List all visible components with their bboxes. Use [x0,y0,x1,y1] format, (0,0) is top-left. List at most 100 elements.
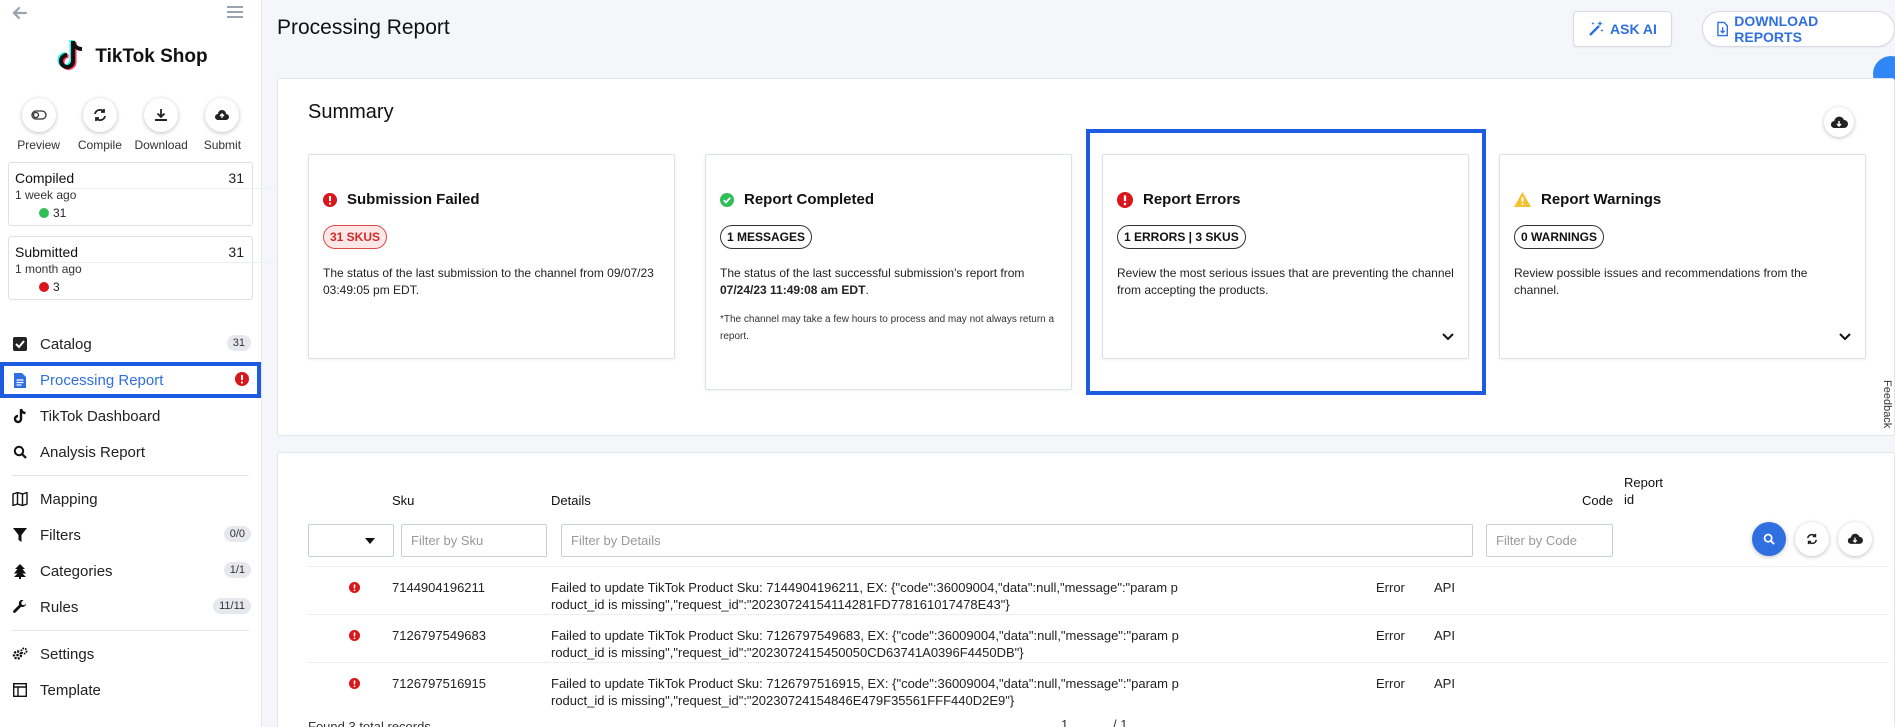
chevron-down-icon[interactable] [1442,329,1454,344]
back-arrow-icon[interactable] [12,4,28,27]
sidebar-item-label: Filters [40,526,81,544]
magic-wand-icon [1589,21,1604,36]
desc-text: The status of the last successful submis… [720,266,1025,280]
sidebar-item-rules[interactable]: Rules 11/11 [0,589,261,625]
filter-icon [12,527,28,543]
sidebar-item-label: Processing Report [40,371,164,389]
tiktok-logo-icon [53,38,87,77]
search-icon [12,444,28,460]
code-cell: Error [1376,628,1405,643]
compile-button[interactable]: Compile [71,98,129,152]
sidebar-item-mapping[interactable]: Mapping [0,481,261,517]
export-button[interactable] [1838,522,1872,556]
details-filter-input[interactable]: Filter by Details [561,524,1473,557]
submitted-status-box: Submitted 31 3 1 month ago [8,236,1619,300]
code-cell: Error [1376,676,1405,691]
error-circle-icon [323,192,337,207]
page-title: Processing Report [277,16,450,39]
warning-triangle-icon [1514,192,1531,207]
submit-button[interactable]: Submit [193,98,251,152]
compiled-sub-count: 31 [53,205,67,220]
table-row[interactable]: 7126797549683 Failed to update TikTok Pr… [308,614,1888,662]
sidebar-item-tiktok-dashboard[interactable]: TikTok Dashboard [0,398,261,434]
refresh-icon [1806,533,1818,545]
preview-label: Preview [17,138,60,152]
card-description: Review the most serious issues that are … [1117,266,1454,297]
file-download-icon [1717,21,1729,37]
sidebar: TikTok Shop Preview Compile Download Sub… [0,0,1619,727]
submitted-title: Submitted [15,244,79,260]
sku-cell: 7126797549683 [392,628,486,643]
download-reports-button[interactable]: DOWNLOAD REPORTS [1702,11,1895,47]
ask-ai-label: ASK AI [1610,21,1657,37]
error-circle-icon [349,677,360,692]
type-filter-select[interactable] [308,524,394,557]
sidebar-item-filters[interactable]: Filters 0/0 [0,517,261,553]
report-errors-card[interactable]: Report Errors 1 ERRORS | 3 SKUS Review t… [1102,154,1469,359]
sidebar-item-label: Template [40,681,101,699]
code-filter-input[interactable]: Filter by Code [1486,524,1613,557]
sidebar-item-label: Catalog [40,335,92,353]
gears-icon [12,646,28,662]
report-id-cell: API [1434,628,1455,643]
errors-table-panel: Sku Details Code Report id Filter by Sku… [277,452,1895,727]
compiled-status-box: Compiled 31 31 1 week ago [8,162,1619,226]
brand: TikTok Shop [0,36,261,78]
refresh-icon [93,109,106,121]
desc-end: . [865,283,869,297]
cloud-download-button[interactable] [1824,107,1854,137]
categories-badge: 1/1 [223,562,251,578]
sidebar-item-catalog[interactable]: Catalog 31 [0,326,261,362]
check-circle-icon [720,192,734,207]
sidebar-item-label: Rules [40,598,79,616]
sidebar-item-label: Mapping [40,490,98,508]
submission-failed-card: Submission Failed 31 SKUS The status of … [308,154,675,359]
column-header-report-id[interactable]: Report id [1624,474,1664,508]
records-count: Found 3 total records [308,719,431,727]
table-row[interactable]: 7144904196211 Failed to update TikTok Pr… [308,566,1888,614]
sidebar-item-analysis-report[interactable]: Analysis Report [0,434,261,470]
column-header-code[interactable]: Code [1582,493,1613,508]
menu-icon[interactable] [227,6,243,21]
current-page[interactable]: 1 [1061,717,1068,727]
sku-filter-input[interactable]: Filter by Sku [401,524,547,557]
catalog-badge: 31 [226,335,251,351]
template-icon [12,682,28,698]
sidebar-item-processing-report[interactable]: Processing Report [0,362,261,398]
ask-ai-button[interactable]: ASK AI [1573,11,1672,47]
errors-badge: 1 ERRORS | 3 SKUS [1117,225,1246,249]
feedback-tab[interactable]: Feedback [1881,380,1893,428]
report-id-cell: API [1434,676,1455,691]
card-title: Submission Failed [347,191,480,208]
refresh-button[interactable] [1795,522,1829,556]
card-note: *The channel may take a few hours to pro… [720,314,1055,342]
sidebar-item-label: Categories [40,562,113,580]
code-cell: Error [1376,580,1405,595]
preview-button[interactable]: Preview [10,98,68,152]
submitted-count: 31 [228,244,244,260]
total-pages: / 1 [1113,717,1128,727]
sidebar-item-settings[interactable]: Settings [0,636,261,672]
brand-title: TikTok Shop [95,46,208,67]
search-button[interactable] [1752,522,1786,556]
download-button[interactable]: Download [132,98,190,152]
sidebar-item-template[interactable]: Template [0,672,261,708]
download-icon [155,109,168,121]
details-cell: Failed to update TikTok Product Sku: 712… [551,676,1179,708]
rules-badge: 11/11 [213,598,251,614]
report-warnings-card[interactable]: Report Warnings 0 WARNINGS Review possib… [1499,154,1866,359]
toggle-icon [30,110,47,120]
column-header-sku[interactable]: Sku [392,493,414,508]
error-circle-icon [349,629,360,644]
details-cell: Failed to update TikTok Product Sku: 714… [551,580,1178,612]
wrench-icon [12,599,28,615]
sidebar-item-label: TikTok Dashboard [40,407,161,425]
sidebar-item-categories[interactable]: Categories 1/1 [0,553,261,589]
column-header-details[interactable]: Details [551,493,591,508]
chevron-down-icon[interactable] [1839,329,1851,344]
summary-panel: Summary Submission Failed 31 SKUS The st… [277,78,1895,436]
compile-label: Compile [77,138,122,152]
table-row[interactable]: 7126797516915 Failed to update TikTok Pr… [308,662,1888,710]
error-circle-icon [1117,191,1133,208]
document-icon [12,372,28,388]
